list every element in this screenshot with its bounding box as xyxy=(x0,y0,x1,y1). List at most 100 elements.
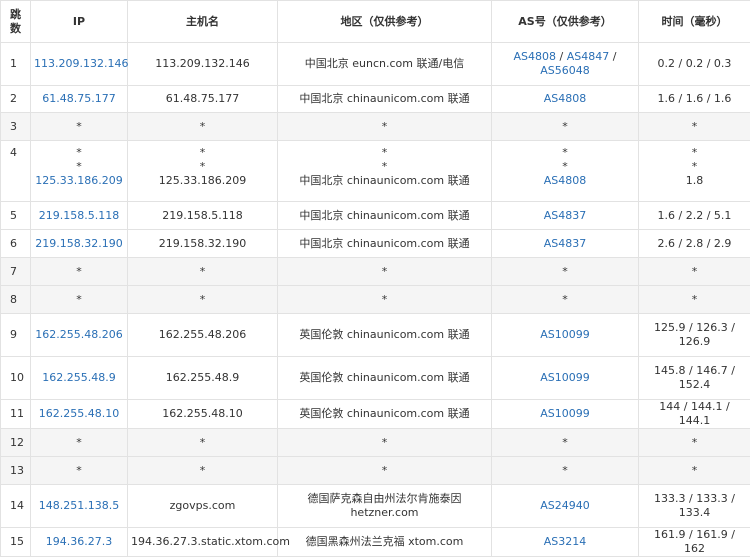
hop-number: 6 xyxy=(1,230,31,258)
region-cell: * xyxy=(278,113,492,141)
ip-cell: 162.255.48.206 xyxy=(31,314,128,357)
ip-link[interactable]: 162.255.48.9 xyxy=(42,371,115,384)
as-cell: AS4808 / AS4847 /AS56048 xyxy=(492,43,639,86)
hop-number: 13 xyxy=(1,457,31,485)
region-cell: 德国黑森州法兰克福 xtom.com xyxy=(278,528,492,557)
as-cell: * xyxy=(492,457,639,485)
table-row: 9 162.255.48.206 162.255.48.206 英国伦敦 chi… xyxy=(1,314,750,357)
as-link[interactable]: AS24940 xyxy=(540,499,590,512)
hostname-cell: * xyxy=(128,429,278,457)
hostname-cell: 162.255.48.206 xyxy=(128,314,278,357)
hop-number: 11 xyxy=(1,400,31,429)
table-row: 6 219.158.32.190 219.158.32.190 中国北京 chi… xyxy=(1,230,750,258)
header-region: 地区（仅供参考） xyxy=(278,1,492,43)
ip-cell: **125.33.186.209 xyxy=(31,141,128,202)
as-cell: AS4808 xyxy=(492,86,639,113)
as-link[interactable]: AS4837 xyxy=(544,209,587,222)
ip-link[interactable]: 162.255.48.10 xyxy=(39,407,119,420)
time-cell: 145.8 / 146.7 / 152.4 xyxy=(639,357,750,400)
ip-cell: 162.255.48.9 xyxy=(31,357,128,400)
ip-cell: * xyxy=(31,286,128,314)
time-cell: 161.9 / 161.9 / 162 xyxy=(639,528,750,557)
as-link[interactable]: AS4847 xyxy=(567,50,610,63)
hop-number: 14 xyxy=(1,485,31,528)
as-cell: * xyxy=(492,286,639,314)
hostname-cell: 162.255.48.10 xyxy=(128,400,278,429)
header-as: AS号（仅供参考） xyxy=(492,1,639,43)
ip-link[interactable]: 219.158.5.118 xyxy=(39,209,119,222)
region-cell: 英国伦敦 chinaunicom.com 联通 xyxy=(278,314,492,357)
region-cell: **中国北京 chinaunicom.com 联通 xyxy=(278,141,492,202)
ip-cell: * xyxy=(31,429,128,457)
time-cell: 0.2 / 0.2 / 0.3 xyxy=(639,43,750,86)
ip-cell: 162.255.48.10 xyxy=(31,400,128,429)
table-row: 8 * * * * * xyxy=(1,286,750,314)
time-cell: 144 / 144.1 / 144.1 xyxy=(639,400,750,429)
table-row: 12 * * * * * xyxy=(1,429,750,457)
hostname-cell: 61.48.75.177 xyxy=(128,86,278,113)
hop-number: 8 xyxy=(1,286,31,314)
as-cell: * xyxy=(492,429,639,457)
as-cell: AS10099 xyxy=(492,400,639,429)
as-link[interactable]: AS10099 xyxy=(540,371,590,384)
as-cell: **AS4808 xyxy=(492,141,639,202)
as-cell: AS10099 xyxy=(492,314,639,357)
traceroute-table: 跳数 IP 主机名 地区（仅供参考） AS号（仅供参考） 时间（毫秒） 1 11… xyxy=(0,0,750,557)
region-cell: 英国伦敦 chinaunicom.com 联通 xyxy=(278,400,492,429)
hop-number: 5 xyxy=(1,202,31,230)
ip-link[interactable]: 125.33.186.209 xyxy=(35,174,122,187)
ip-link[interactable]: 219.158.32.190 xyxy=(35,237,122,250)
hostname-cell: 162.255.48.9 xyxy=(128,357,278,400)
hostname-cell: * xyxy=(128,457,278,485)
region-cell: * xyxy=(278,286,492,314)
ip-cell: 219.158.32.190 xyxy=(31,230,128,258)
time-cell: 133.3 / 133.3 / 133.4 xyxy=(639,485,750,528)
hop-number: 10 xyxy=(1,357,31,400)
region-cell: 德国萨克森自由州法尔肯施泰因 hetzner.com xyxy=(278,485,492,528)
as-link[interactable]: AS56048 xyxy=(540,64,590,77)
as-link[interactable]: AS10099 xyxy=(540,407,590,420)
header-hostname: 主机名 xyxy=(128,1,278,43)
time-cell: * xyxy=(639,258,750,286)
hostname-cell: 219.158.32.190 xyxy=(128,230,278,258)
ip-link[interactable]: 61.48.75.177 xyxy=(42,92,115,105)
as-cell: AS10099 xyxy=(492,357,639,400)
as-link[interactable]: AS4808 xyxy=(544,174,587,187)
time-cell: * xyxy=(639,457,750,485)
ip-link[interactable]: 113.209.132.146 xyxy=(34,57,128,70)
table-row: 11 162.255.48.10 162.255.48.10 英国伦敦 chin… xyxy=(1,400,750,429)
hostname-cell: * xyxy=(128,286,278,314)
hop-number: 2 xyxy=(1,86,31,113)
time-cell: 2.6 / 2.8 / 2.9 xyxy=(639,230,750,258)
time-cell: 1.6 / 1.6 / 1.6 xyxy=(639,86,750,113)
hostname-cell: * xyxy=(128,258,278,286)
table-row: 1 113.209.132.146 113.209.132.146 中国北京 e… xyxy=(1,43,750,86)
as-cell: AS4837 xyxy=(492,230,639,258)
ip-link[interactable]: 148.251.138.5 xyxy=(39,499,119,512)
time-cell: **1.8 xyxy=(639,141,750,202)
time-cell: * xyxy=(639,286,750,314)
as-link[interactable]: AS4837 xyxy=(544,237,587,250)
as-link[interactable]: AS4808 xyxy=(544,92,587,105)
table-row: 14 148.251.138.5 zgovps.com 德国萨克森自由州法尔肯施… xyxy=(1,485,750,528)
as-link[interactable]: AS4808 xyxy=(514,50,557,63)
hop-number: 1 xyxy=(1,43,31,86)
table-row: 10 162.255.48.9 162.255.48.9 英国伦敦 chinau… xyxy=(1,357,750,400)
hostname-cell: 113.209.132.146 xyxy=(128,43,278,86)
ip-cell: 61.48.75.177 xyxy=(31,86,128,113)
ip-cell: 113.209.132.146 xyxy=(31,43,128,86)
as-link[interactable]: AS3214 xyxy=(544,535,587,548)
ip-cell: * xyxy=(31,457,128,485)
region-cell: 中国北京 euncn.com 联通/电信 xyxy=(278,43,492,86)
time-cell: 125.9 / 126.3 / 126.9 xyxy=(639,314,750,357)
ip-cell: 219.158.5.118 xyxy=(31,202,128,230)
hostname-cell: * xyxy=(128,113,278,141)
time-cell: * xyxy=(639,113,750,141)
region-cell: 中国北京 chinaunicom.com 联通 xyxy=(278,86,492,113)
as-cell: * xyxy=(492,113,639,141)
as-link[interactable]: AS10099 xyxy=(540,328,590,341)
ip-link[interactable]: 162.255.48.206 xyxy=(35,328,122,341)
ip-link[interactable]: 194.36.27.3 xyxy=(46,535,112,548)
region-cell: 中国北京 chinaunicom.com 联通 xyxy=(278,230,492,258)
header-hop: 跳数 xyxy=(1,1,31,43)
